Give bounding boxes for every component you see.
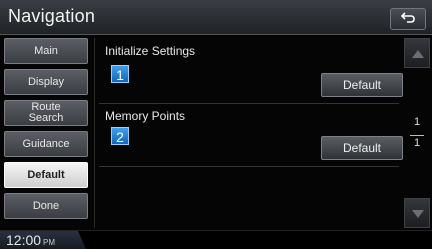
- clock: 12:00 PM: [6, 232, 55, 248]
- menu-item-label: Done: [32, 199, 60, 212]
- menu-item-main[interactable]: Main: [4, 38, 88, 64]
- menu-item-guidance[interactable]: Guidance: [4, 131, 88, 157]
- menu-item-label: Main: [34, 44, 58, 57]
- menu-item-display[interactable]: Display: [4, 69, 88, 95]
- scroll-down-button[interactable]: [404, 198, 430, 228]
- status-bar: 12:00 PM: [0, 230, 432, 249]
- menu-item-route-search[interactable]: Route Search: [4, 100, 88, 126]
- section-divider: [99, 103, 399, 104]
- menu-item-default[interactable]: Default: [4, 162, 88, 188]
- section-divider: [99, 166, 399, 167]
- page-separator: [410, 135, 424, 136]
- triangle-down-icon: [412, 210, 424, 218]
- navigation-settings-screen: Navigation Main Display Route Search Gui…: [0, 0, 432, 249]
- current-page-number: 1: [413, 116, 421, 128]
- initialize-settings-default-button[interactable]: Default: [321, 73, 403, 97]
- total-page-number: 1: [413, 137, 421, 149]
- menu-item-label: Display: [27, 75, 65, 88]
- section-title-initialize-settings: Initialize Settings: [105, 44, 196, 58]
- scroll-up-button[interactable]: [404, 38, 430, 68]
- title-bar: Navigation: [0, 0, 432, 35]
- callout-badge-2: 2: [111, 127, 129, 145]
- back-button[interactable]: [390, 8, 426, 30]
- triangle-up-icon: [412, 50, 424, 58]
- scrollbar: 1 1: [404, 38, 430, 228]
- menu-item-done[interactable]: Done: [4, 193, 88, 219]
- menu-item-label: Guidance: [22, 137, 70, 150]
- clock-time: 12:00: [6, 232, 42, 248]
- back-arrow-icon: [401, 12, 415, 23]
- clock-ampm: PM: [43, 238, 56, 247]
- section-title-memory-points: Memory Points: [105, 109, 186, 123]
- clock-area: 12:00 PM: [0, 231, 86, 249]
- menu-item-label: Default: [27, 168, 65, 181]
- memory-points-default-button[interactable]: Default: [321, 136, 403, 160]
- callout-badge-1: 1: [111, 65, 129, 83]
- menu-item-label-line2: Search: [28, 112, 64, 124]
- page-title: Navigation: [8, 6, 96, 26]
- content-panel: Initialize Settings 1 Default Memory Poi…: [94, 38, 403, 228]
